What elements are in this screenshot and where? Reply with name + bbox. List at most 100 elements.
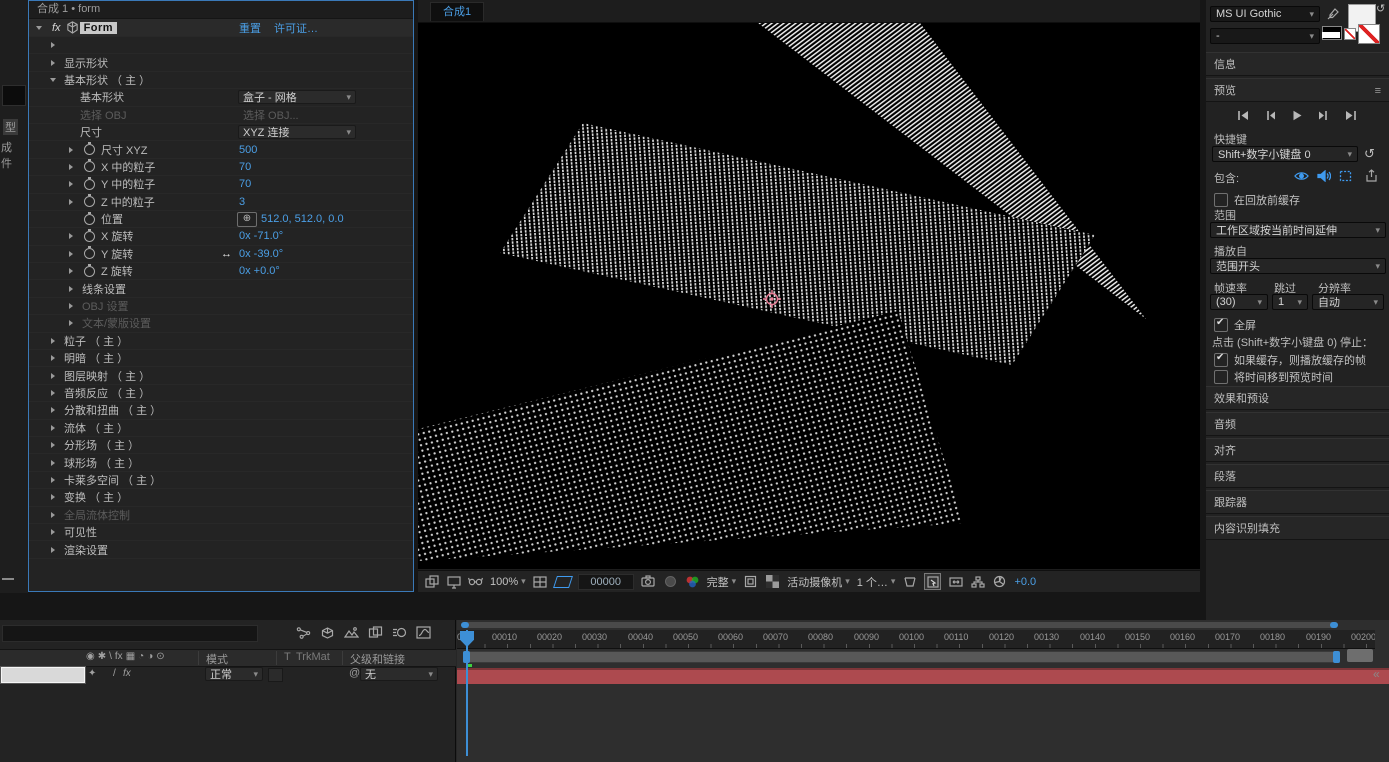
framerate-dropdown[interactable]: (30) [1210, 294, 1268, 310]
base-form-dropdown[interactable]: 盒子 - 网格 [238, 90, 356, 104]
pixel-aspect-icon[interactable] [948, 574, 963, 589]
previous-frame-button[interactable] [1260, 108, 1280, 122]
position-crosshair-button[interactable]: ⊕ [237, 212, 257, 227]
draft-3d-icon[interactable] [320, 625, 335, 640]
chevron-down-icon[interactable] [51, 75, 61, 85]
play-cached-checkbox[interactable] [1214, 353, 1228, 367]
layer-duration-bar[interactable] [457, 668, 1389, 684]
perspective-axis-icon[interactable] [902, 574, 917, 589]
chevron-right-icon[interactable] [51, 405, 61, 415]
effect-group-row-spherical-field[interactable]: 球形场 （ 主 ） [29, 454, 413, 471]
frame-blend-icon[interactable] [368, 625, 383, 640]
chevron-right-icon[interactable] [51, 388, 61, 398]
eyedropper-icon[interactable] [1325, 6, 1340, 21]
transparency-grid-icon[interactable] [765, 574, 780, 589]
first-frame-button[interactable] [1233, 108, 1253, 122]
particles-z-value[interactable]: 3 [239, 196, 245, 208]
no-color-swatch-small[interactable] [1344, 28, 1356, 40]
effect-group-row-fractal-field[interactable]: 分形场 （ 主 ） [29, 437, 413, 454]
position-value[interactable]: 512.0, 512.0, 0.0 [261, 213, 344, 225]
pickwhip-icon[interactable]: @ [349, 667, 360, 679]
particles-y-value[interactable]: 70 [239, 178, 251, 190]
stopwatch-icon[interactable] [84, 179, 95, 190]
align-panel-header[interactable]: 对齐 [1206, 438, 1389, 462]
effect-group-row-transform[interactable]: 变换 （ 主 ） [29, 489, 413, 506]
font-family-dropdown[interactable]: MS UI Gothic [1210, 6, 1320, 22]
reset-effect-link[interactable]: 重置 [239, 20, 261, 36]
resolution-dropdown[interactable]: 完整 [707, 574, 737, 590]
resolution-preview-dropdown[interactable]: 自动 [1312, 294, 1384, 310]
trkmat-cell[interactable] [268, 668, 283, 682]
last-frame-button[interactable] [1341, 108, 1361, 122]
timeline-search-field[interactable] [2, 625, 258, 642]
move-time-row[interactable]: 将时间移到预览时间 [1214, 369, 1333, 385]
active-camera-dropdown[interactable]: 活动摄像机 [787, 574, 850, 590]
effect-group-row-kaleidospace[interactable]: 卡莱多空间 （ 主 ） [29, 472, 413, 489]
chevron-right-icon[interactable] [51, 527, 61, 537]
fullscreen-checkbox[interactable] [1214, 318, 1228, 332]
chevron-right-icon[interactable] [69, 284, 79, 294]
effect-group-row[interactable] [29, 37, 413, 54]
current-time-field[interactable]: 00000 [578, 574, 634, 590]
shortcut-dropdown[interactable]: Shift+数字小键盘 0 [1212, 146, 1358, 162]
effect-group-row-render-settings[interactable]: 渲染设置 [29, 541, 413, 558]
effect-group-row-display-shape[interactable]: 显示形状 [29, 54, 413, 71]
audio-panel-header[interactable]: 音频 [1206, 412, 1389, 436]
next-frame-button[interactable] [1314, 108, 1334, 122]
region-of-interest-icon[interactable] [743, 574, 758, 589]
stopwatch-icon[interactable] [84, 196, 95, 207]
composition-mini-flowchart-icon[interactable] [296, 625, 311, 640]
stopwatch-icon[interactable] [84, 214, 95, 225]
chevron-right-icon[interactable] [51, 40, 61, 50]
panel-menu-icon[interactable]: ≡ [1375, 79, 1381, 103]
chevron-right-icon[interactable] [51, 458, 61, 468]
layer-fx-icon[interactable]: fx [123, 668, 131, 679]
size-xyz-value[interactable]: 500 [239, 144, 257, 156]
chevron-down-icon[interactable] [37, 23, 47, 33]
exposure-value[interactable]: +0.0 [1014, 576, 1036, 588]
move-time-checkbox[interactable] [1214, 370, 1228, 384]
effect-name[interactable]: Form [80, 22, 118, 34]
stopwatch-icon[interactable] [84, 144, 95, 155]
exposure-shutter-icon[interactable] [992, 574, 1007, 589]
mini-flowchart-icon[interactable] [970, 574, 985, 589]
effect-group-row-fluid[interactable]: 流体 （ 主 ） [29, 420, 413, 437]
flyout-views-icon[interactable] [424, 574, 439, 589]
navigator-end-handle[interactable] [1330, 622, 1338, 628]
composition-tab[interactable]: 合成1 [430, 2, 484, 21]
timeline-zoom-thumb[interactable] [1347, 649, 1373, 662]
effect-group-row-layer-maps[interactable]: 图层映射 （ 主 ） [29, 367, 413, 384]
chevron-right-icon[interactable] [69, 145, 79, 155]
shared-view-icon[interactable] [924, 573, 941, 590]
time-navigator-bar[interactable] [461, 622, 1338, 628]
stopwatch-icon[interactable] [84, 231, 95, 242]
layer-name-edit-field[interactable] [1, 667, 85, 683]
chevron-right-icon[interactable] [51, 440, 61, 450]
effect-group-row-shading[interactable]: 明暗 （ 主 ） [29, 350, 413, 367]
include-audio-speaker-icon[interactable] [1316, 168, 1331, 183]
share-icon[interactable] [1364, 168, 1379, 183]
chevron-right-icon[interactable] [69, 266, 79, 276]
chevron-right-icon[interactable] [69, 179, 79, 189]
snapshot-camera-icon[interactable] [641, 574, 656, 589]
stopwatch-icon[interactable] [84, 248, 95, 259]
effect-group-row-line-settings[interactable]: 线条设置 [29, 280, 413, 297]
preview-panel-header[interactable]: 预览 ≡ [1206, 78, 1389, 102]
navigator-start-handle[interactable] [461, 622, 469, 628]
work-area-end-handle[interactable] [1333, 651, 1340, 663]
skip-dropdown[interactable]: 1 [1272, 294, 1308, 310]
mode-column-header[interactable]: 模式 [206, 651, 228, 667]
motion-blur-icon[interactable] [392, 625, 407, 640]
stroke-color-swatch[interactable] [1358, 24, 1380, 44]
time-ruler[interactable]: 00000 00010 00020 00030 00040 00050 0006… [457, 630, 1375, 649]
size-mode-dropdown[interactable]: XYZ 连接 [238, 125, 356, 139]
include-video-eye-icon[interactable] [1294, 168, 1309, 183]
chevron-right-icon[interactable] [69, 162, 79, 172]
y-rotation-value[interactable]: 0x -39.0° [239, 248, 283, 260]
range-dropdown[interactable]: 工作区域按当前时间延伸 [1210, 222, 1386, 238]
info-panel-header[interactable]: 信息 [1206, 52, 1389, 76]
3d-glasses-icon[interactable] [468, 574, 483, 589]
effect-controls-tab[interactable]: 合成 1 • form [29, 1, 413, 19]
play-button[interactable] [1287, 108, 1307, 122]
play-cached-row[interactable]: 如果缓存，则播放缓存的帧 [1214, 352, 1366, 368]
